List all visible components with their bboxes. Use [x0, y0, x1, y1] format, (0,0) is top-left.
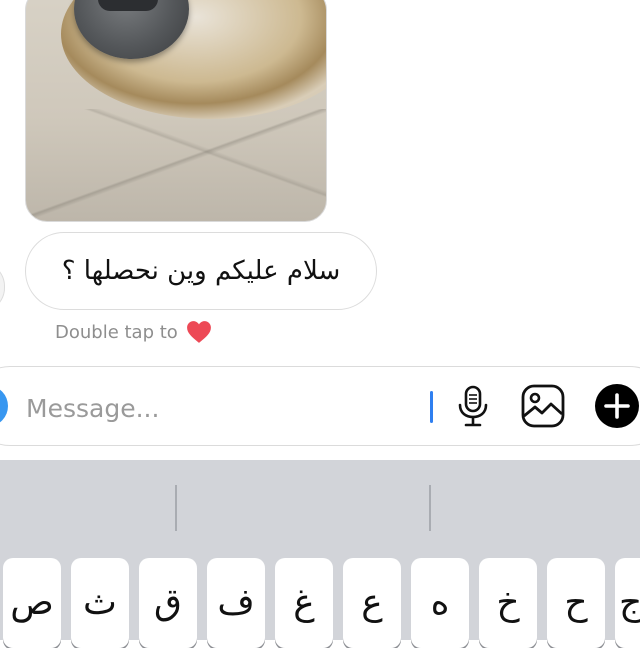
key-hha[interactable]: ح: [547, 558, 605, 648]
message-text: سلام عليكم وين نحصلها ؟: [61, 256, 341, 286]
gallery-icon[interactable]: [520, 383, 566, 429]
machine-top-image-detail: [98, 0, 158, 11]
key-ha[interactable]: ه: [411, 558, 469, 648]
double-tap-hint-text: Double tap to: [55, 321, 178, 343]
double-tap-hint: Double tap to: [55, 318, 212, 346]
text-caret: [430, 391, 433, 423]
key-sad[interactable]: ص: [3, 558, 61, 648]
key-jim[interactable]: ج: [615, 558, 640, 648]
suggestion-divider: [175, 485, 177, 531]
heart-icon: [186, 321, 211, 343]
key-kha[interactable]: خ: [479, 558, 537, 648]
key-fa[interactable]: ف: [207, 558, 265, 648]
microphone-icon[interactable]: [450, 383, 496, 429]
message-bubble[interactable]: سلام عليكم وين نحصلها ؟: [25, 232, 377, 310]
floor-image-detail: [26, 109, 326, 221]
sender-avatar[interactable]: [0, 262, 5, 312]
key-ayn[interactable]: ع: [343, 558, 401, 648]
key-tha[interactable]: ث: [71, 558, 129, 648]
message-input[interactable]: [24, 388, 428, 428]
key-ghayn[interactable]: غ: [275, 558, 333, 648]
plus-circle-icon[interactable]: [594, 383, 640, 429]
suggestion-divider: [429, 485, 431, 531]
key-qaf[interactable]: ق: [139, 558, 197, 648]
media-message-thumbnail[interactable]: [25, 0, 327, 222]
